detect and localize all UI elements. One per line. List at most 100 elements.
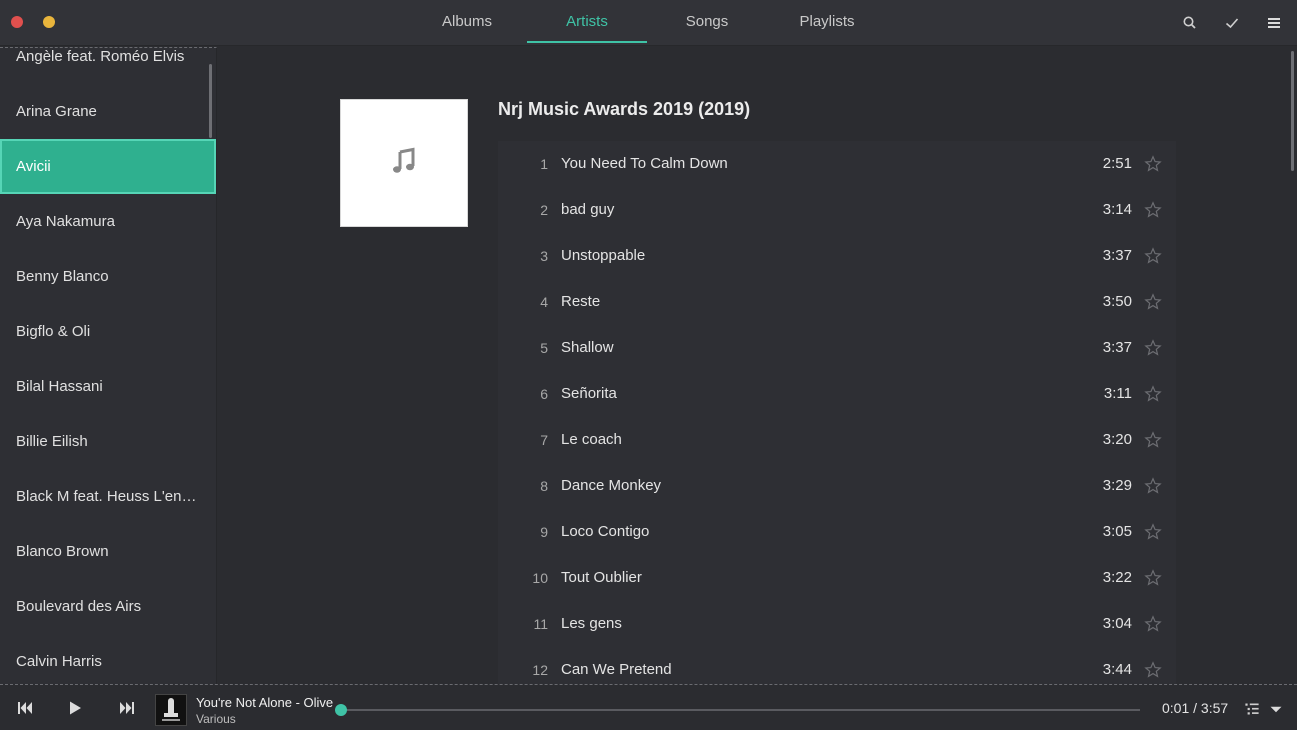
progress-knob[interactable] [335,704,348,716]
search-icon[interactable] [1180,13,1200,33]
artist-item[interactable]: Aya Nakamura [0,194,216,249]
track-duration: 3:22 [1102,569,1132,586]
track-title: Dance Monkey [561,477,662,494]
time-display: 0:01 / 3:57 [1162,700,1229,716]
star-icon[interactable] [1144,661,1162,679]
album-art [340,99,468,227]
next-icon[interactable] [116,697,138,719]
track-duration: 3:05 [1102,523,1132,540]
track-title: Le coach [561,431,622,448]
artist-item[interactable]: Calvin Harris [0,634,216,684]
track-row[interactable]: 12 Can We Pretend 3:44 [498,647,1176,684]
track-title: Unstoppable [561,247,646,264]
sidebar-scrollbar[interactable] [209,64,212,138]
window-minimize-button[interactable] [43,16,55,28]
music-note-icon [389,146,419,181]
artist-item[interactable]: Angèle feat. Roméo Elvis [0,48,216,84]
star-icon[interactable] [1144,293,1162,311]
album-title: Nrj Music Awards 2019 (2019) [498,99,751,119]
track-row[interactable]: 11 Les gens 3:04 [498,601,1176,647]
dropdown-icon[interactable] [1265,698,1283,718]
track-row[interactable]: 3 Unstoppable 3:37 [498,233,1176,279]
track-duration: 3:37 [1102,339,1132,356]
track-title: Tout Oublier [561,569,642,586]
star-icon[interactable] [1144,477,1162,495]
track-number: 4 [540,294,548,310]
track-number: 8 [540,478,548,494]
track-row[interactable]: 2 bad guy 3:14 [498,187,1176,233]
track-duration: 3:14 [1102,201,1132,218]
now-playing-title: You're Not Alone - Olive [196,695,334,710]
track-row[interactable]: 7 Le coach 3:20 [498,417,1176,463]
track-number: 11 [533,616,548,632]
track-row[interactable]: 4 Reste 3:50 [498,279,1176,325]
artist-item[interactable]: Bigflo & Oli [0,304,216,359]
tab-playlists[interactable]: Playlists [767,0,887,42]
play-icon[interactable] [64,697,86,719]
track-duration: 3:29 [1102,477,1132,494]
star-icon[interactable] [1144,615,1162,633]
artist-item[interactable]: Billie Eilish [0,414,216,469]
star-icon[interactable] [1144,431,1162,449]
star-icon[interactable] [1144,339,1162,357]
track-number: 10 [532,570,548,586]
previous-icon[interactable] [14,697,36,719]
artist-item[interactable]: Bilal Hassani [0,359,216,414]
artist-item[interactable]: Blanco Brown [0,524,216,579]
track-title: Loco Contigo [561,523,650,540]
artist-item[interactable]: Black M feat. Heuss L'enfoiré… [0,469,216,524]
checkmark-icon[interactable] [1222,13,1242,33]
tab-artists[interactable]: Artists [527,0,647,43]
track-row[interactable]: 9 Loco Contigo 3:05 [498,509,1176,555]
track-duration: 3:11 [1103,385,1132,402]
track-row[interactable]: 10 Tout Oublier 3:22 [498,555,1176,601]
track-title: Señorita [561,385,617,402]
now-playing-artist: Various [196,712,236,726]
track-number: 6 [540,386,548,402]
track-row[interactable]: 6 Señorita 3:11 [498,371,1176,417]
star-icon[interactable] [1144,523,1162,541]
track-duration: 3:37 [1102,247,1132,264]
tab-albums[interactable]: Albums [407,0,527,42]
tab-songs[interactable]: Songs [647,0,767,42]
track-title: bad guy [561,201,615,218]
track-duration: 3:50 [1102,293,1132,310]
album-view: Nrj Music Awards 2019 (2019) 1 You Need … [218,47,1297,684]
track-title: Reste [561,293,601,310]
track-title: Can We Pretend [561,661,672,678]
track-duration: 3:44 [1102,661,1132,678]
track-number: 9 [540,524,548,540]
track-number: 2 [540,202,548,218]
artist-item[interactable]: Arina Grane [0,84,216,139]
window-close-button[interactable] [11,16,23,28]
star-icon[interactable] [1144,247,1162,265]
artist-sidebar[interactable]: Angèle feat. Roméo Elvis Arina Grane Avi… [0,47,217,684]
track-duration: 2:51 [1102,155,1132,172]
track-row[interactable]: 5 Shallow 3:37 [498,325,1176,371]
track-title: Shallow [561,339,614,356]
track-number: 12 [532,662,548,678]
track-title: Les gens [561,615,622,632]
progress-bar[interactable] [335,704,1140,716]
header-bar: Albums Artists Songs Playlists [0,0,1297,46]
artist-item[interactable]: Boulevard des Airs [0,579,216,634]
track-number: 3 [540,248,548,264]
hamburger-menu-icon[interactable] [1264,13,1284,33]
star-icon[interactable] [1144,569,1162,587]
star-icon[interactable] [1144,155,1162,173]
track-duration: 3:20 [1102,431,1132,448]
artist-item-selected[interactable]: Avicii [0,139,216,194]
track-row[interactable]: 1 You Need To Calm Down 2:51 [498,141,1176,187]
track-number: 7 [540,432,548,448]
track-row[interactable]: 8 Dance Monkey 3:29 [498,463,1176,509]
track-number: 1 [540,156,548,172]
star-icon[interactable] [1144,201,1162,219]
now-playing-cover [155,694,187,726]
main-scrollbar[interactable] [1291,51,1294,171]
queue-icon[interactable] [1241,698,1261,718]
track-list: 1 You Need To Calm Down 2:51 2 bad guy 3… [498,141,1176,684]
star-icon[interactable] [1144,385,1162,403]
artist-item[interactable]: Benny Blanco [0,249,216,304]
player-bar: You're Not Alone - Olive Various 0:01 / … [0,684,1297,730]
track-title: You Need To Calm Down [561,155,728,172]
